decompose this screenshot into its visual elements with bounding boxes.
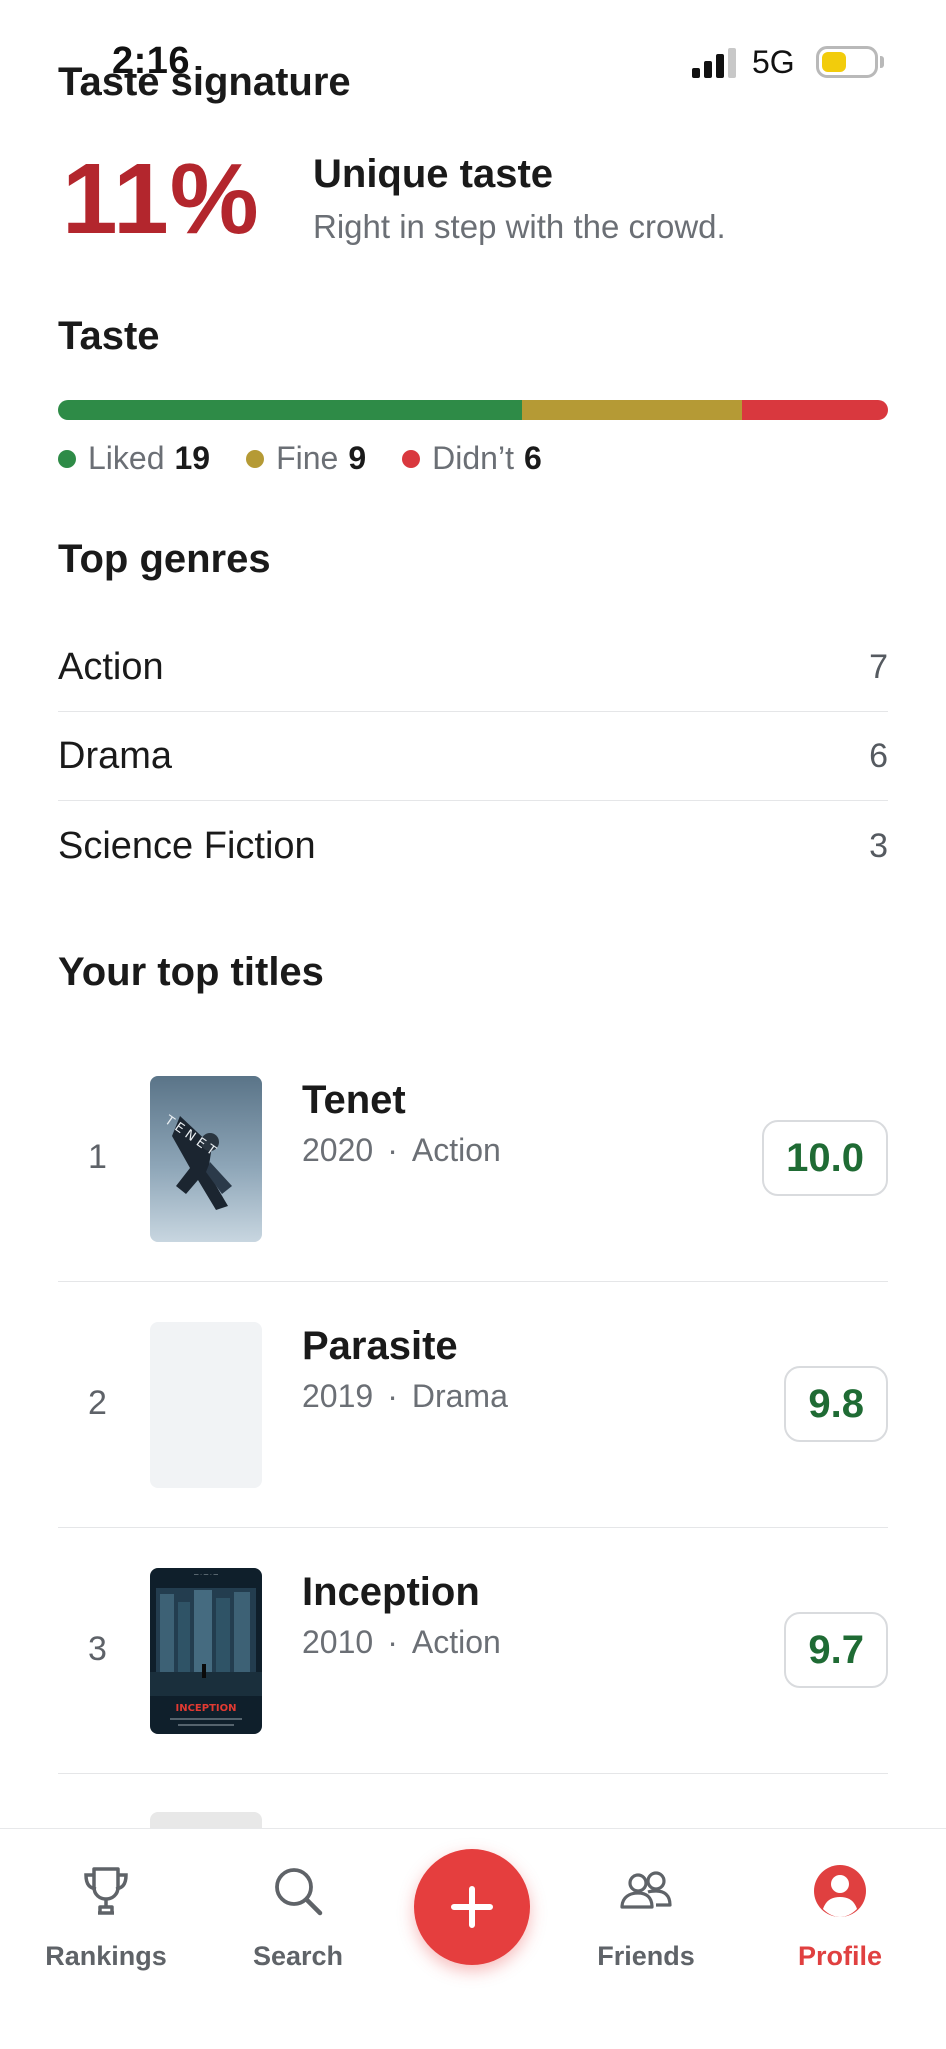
legend-count: 6 (523, 440, 542, 476)
movie-meta: 2020 · Action (302, 1132, 501, 1169)
movie-year: 2010 (302, 1624, 374, 1660)
add-button[interactable] (414, 1849, 530, 1965)
genre-row[interactable]: Action 7 (58, 624, 888, 712)
legend-label: Fine (276, 440, 339, 476)
movie-year: 2019 (302, 1378, 374, 1414)
nav-label: Rankings (45, 1941, 167, 1971)
taste-distribution-bar (58, 400, 888, 420)
taste-heading: Taste (58, 314, 160, 358)
taste-bar-fine (521, 400, 742, 420)
meta-separator: · (387, 1624, 398, 1660)
didnt-dot (402, 449, 421, 468)
meta-separator: · (387, 1378, 398, 1414)
movie-genre: Drama (411, 1378, 508, 1414)
score-badge[interactable]: 9.7 (784, 1612, 888, 1688)
genre-name: Science Fiction (58, 824, 316, 867)
liked-dot (58, 449, 76, 468)
score-badge[interactable]: 9.8 (784, 1366, 888, 1442)
battery-icon (816, 46, 878, 78)
genre-count: 6 (869, 737, 888, 775)
taste-bar-liked (58, 400, 522, 420)
genre-name: Action (58, 646, 164, 688)
signal-icon (692, 48, 740, 78)
nav-friends[interactable]: Friends (566, 1859, 726, 1972)
genre-row[interactable]: Science Fiction 3 (58, 802, 888, 890)
nav-search[interactable]: Search (218, 1859, 378, 1972)
movie-year: 2020 (302, 1132, 374, 1168)
title-rank: 2 (88, 1384, 107, 1422)
search-icon (275, 1868, 323, 1916)
network-type: 5G (752, 44, 795, 80)
title-row[interactable]: 3 — · — · — INCEPTION Inception 2010 · Act… (58, 1528, 888, 1774)
movie-meta: 2019 · Drama (302, 1378, 508, 1415)
nav-profile[interactable]: Profile (760, 1859, 920, 1972)
friends-icon (620, 1871, 672, 1909)
title-row[interactable]: 2 Parasite 2019 · Drama 9.8 (58, 1282, 888, 1528)
genre-name: Drama (58, 735, 173, 777)
tenet-poster: T E N E T (150, 1076, 262, 1242)
title-rank: 3 (88, 1630, 107, 1668)
nav-label: Friends (597, 1941, 695, 1971)
unique-taste-description: Right in step with the crowd. (313, 208, 726, 245)
genre-count: 7 (869, 648, 888, 686)
poster-placeholder (150, 1322, 262, 1488)
profile-icon (814, 1865, 866, 1917)
inception-poster: — · — · — INCEPTION (150, 1568, 262, 1734)
legend-count: 19 (174, 440, 211, 476)
trophy-icon (84, 1867, 128, 1915)
score-badge[interactable]: 10.0 (762, 1120, 888, 1196)
legend-didnt: Didn’t 6 (402, 440, 542, 477)
plus-icon (451, 1886, 493, 1928)
top-genres-heading: Top genres (58, 537, 271, 581)
nav-label: Search (252, 1941, 344, 1971)
movie-title: Tenet (302, 1078, 406, 1122)
taste-signature-heading: Taste signature (58, 60, 351, 104)
genre-row[interactable]: Drama 6 (58, 713, 888, 801)
top-titles-heading: Your top titles (58, 950, 324, 994)
nav-rankings[interactable]: Rankings (26, 1859, 186, 1972)
movie-genre: Action (411, 1132, 501, 1168)
title-row[interactable]: 1 T E N E T Tenet 2020 · Action 10.0 (58, 1036, 888, 1282)
battery-nub (880, 56, 884, 68)
inception-poster-text: INCEPTION (175, 1703, 236, 1714)
legend-label: Didn’t (432, 440, 514, 476)
meta-separator: · (387, 1132, 398, 1168)
movie-title: Inception (302, 1570, 480, 1614)
movie-title: Parasite (302, 1324, 458, 1368)
legend-liked: Liked 19 (58, 440, 210, 477)
nav-label: Profile (797, 1941, 883, 1971)
legend-fine: Fine 9 (246, 440, 366, 477)
unique-taste-label: Unique taste (313, 152, 554, 196)
legend-count: 9 (348, 440, 367, 476)
movie-meta: 2010 · Action (302, 1624, 501, 1661)
title-rank: 1 (88, 1138, 107, 1176)
genre-count: 3 (869, 826, 888, 865)
unique-percent: 11% (62, 143, 260, 255)
movie-genre: Action (411, 1624, 501, 1660)
svg-text:— · — · —: — · — · — (194, 1572, 219, 1578)
fine-dot (246, 449, 265, 468)
legend-label: Liked (88, 440, 165, 476)
taste-bar-didnt (741, 400, 888, 420)
taste-legend: Liked 19 Fine 9 Didn’t 6 (58, 440, 578, 477)
